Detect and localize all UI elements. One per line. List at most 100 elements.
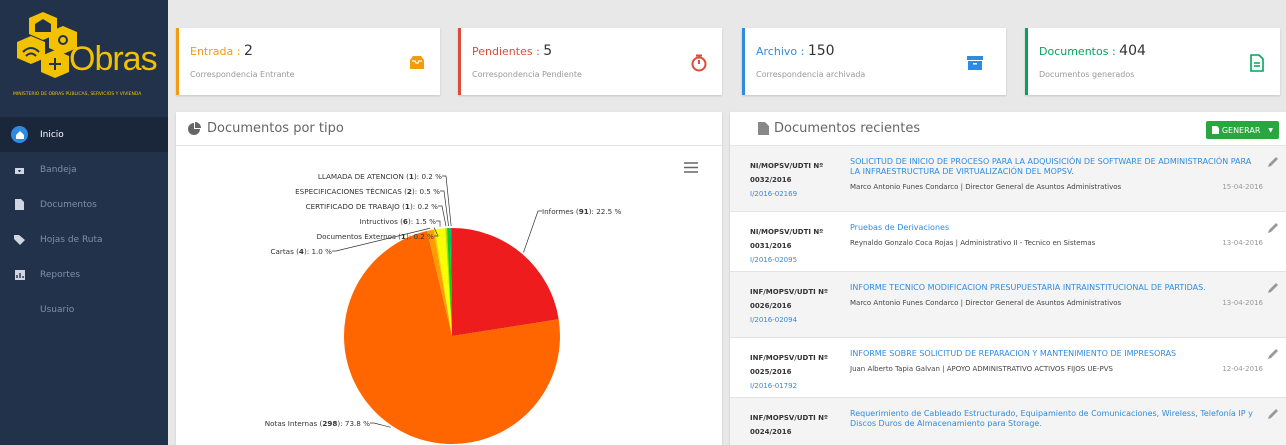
sidebar-item-label: Inicio bbox=[40, 129, 64, 140]
stat-label: Pendientes bbox=[472, 45, 533, 58]
doc-date: 13-04-2016 bbox=[1222, 239, 1263, 247]
doc-ref-link[interactable]: I/2016-02095 bbox=[750, 253, 840, 267]
doc-title-link[interactable]: INFORME SOBRE SOLICITUD DE REPARACION Y … bbox=[850, 349, 1260, 359]
pencil-icon[interactable] bbox=[1267, 222, 1279, 234]
sidebar-item-label: Hojas de Ruta bbox=[40, 234, 103, 245]
file-icon bbox=[758, 122, 769, 135]
pencil-icon[interactable] bbox=[1267, 348, 1279, 360]
pie-label-line bbox=[370, 422, 391, 428]
doc-date: 15-04-2016 bbox=[1222, 183, 1263, 191]
doc-person: Marco Antonio Funes Condarco | Director … bbox=[850, 183, 1122, 191]
doc-number: 0024/2016 bbox=[750, 428, 792, 436]
doc-title-link[interactable]: INFORME TECNICO MODIFICACION PRESUPUESTA… bbox=[850, 283, 1260, 293]
brand-subtitle: MINISTERIO DE OBRAS PÚBLICAS, SERVICIOS … bbox=[13, 92, 142, 97]
doc-date: 13-04-2016 bbox=[1222, 299, 1263, 307]
list-item[interactable]: INF/MOPSV/UDTI Nº 0025/2016 I/2016-01792 IN… bbox=[730, 338, 1286, 398]
doc-title-link[interactable]: Requerimiento de Cableado Estructurado, … bbox=[850, 409, 1260, 429]
doc-ref-link[interactable]: I/2016-02094 bbox=[750, 313, 840, 327]
chart-icon bbox=[11, 266, 28, 283]
list-item[interactable]: INF/MOPSV/UDTI Nº 0024/2016 Requerimiento … bbox=[730, 398, 1286, 445]
document-icon bbox=[11, 196, 28, 213]
sidebar-item-label: Reportes bbox=[40, 269, 81, 280]
sidebar-item-reportes[interactable]: Reportes bbox=[0, 257, 168, 292]
pie-label-line bbox=[438, 205, 447, 227]
generar-button[interactable]: GENERAR ▼ bbox=[1205, 121, 1279, 139]
sidebar-item-hojas-de-ruta[interactable]: Hojas de Ruta bbox=[0, 222, 168, 257]
doc-ref-link[interactable]: I/2016-01792 bbox=[750, 379, 840, 393]
pie-label: ESPECIFICACIONES TÉCNICAS (2): 0.5 % bbox=[295, 187, 440, 196]
stat-card-documentos[interactable]: Documentos : 404 Documentos generados bbox=[1025, 28, 1280, 95]
pie-label: Cartas (4): 1.0 % bbox=[270, 247, 332, 256]
list-item[interactable]: INF/MOPSV/UDTI Nº 0026/2016 I/2016-02094 IN… bbox=[730, 272, 1286, 338]
doc-number: 0025/2016 bbox=[750, 368, 792, 376]
stat-value: 404 bbox=[1119, 43, 1146, 59]
pencil-icon[interactable] bbox=[1267, 282, 1279, 294]
pie-label: LLAMADA DE ATENCION (1): 0.2 % bbox=[318, 172, 442, 181]
stopwatch-icon bbox=[691, 54, 707, 72]
sidebar-item-label: Bandeja bbox=[40, 164, 77, 175]
pie-label-line bbox=[523, 210, 542, 253]
doc-code: INF/MOPSV/UDTI Nº bbox=[750, 414, 828, 422]
doc-code: NI/MOPSV/UDTI Nº bbox=[750, 162, 824, 170]
stat-subtitle: Correspondencia Pendiente bbox=[472, 70, 582, 79]
list-item[interactable]: NI/MOPSV/UDTI Nº 0032/2016 I/2016-02169 SOL… bbox=[730, 146, 1286, 212]
doc-number: 0026/2016 bbox=[750, 302, 792, 310]
sidebar-item-documentos[interactable]: Documentos bbox=[0, 187, 168, 222]
brand-logo[interactable]: Obras MINISTERIO DE OBRAS PÚBLICAS, SERV… bbox=[13, 12, 165, 104]
sidebar: Obras MINISTERIO DE OBRAS PÚBLICAS, SERV… bbox=[0, 0, 168, 445]
doc-ref-link[interactable]: I/2016-02169 bbox=[750, 187, 840, 201]
pie-label: CERTIFICADO DE TRABAJO (1): 0.2 % bbox=[306, 202, 439, 211]
pie-label-line bbox=[442, 175, 452, 227]
pie-label-line bbox=[436, 220, 441, 227]
pie-label: Documentos Externos (1): 0.2 % bbox=[317, 232, 435, 241]
sidebar-menu: Inicio Bandeja Documentos Hojas de Ruta … bbox=[0, 117, 168, 327]
doc-person: Reynaldo Gonzalo Coca Rojas | Administra… bbox=[850, 239, 1096, 247]
doc-title-link[interactable]: Pruebas de Derivaciones bbox=[850, 223, 1260, 233]
list-item[interactable]: NI/MOPSV/UDTI Nº 0031/2016 I/2016-02095 Pru… bbox=[730, 212, 1286, 272]
pie-label: Informes (91): 22.5 % bbox=[542, 207, 622, 216]
stat-value: 2 bbox=[243, 43, 253, 59]
panel-title: Documentos recientes bbox=[774, 121, 921, 136]
file-icon bbox=[1211, 126, 1219, 134]
doc-number: 0032/2016 bbox=[750, 176, 792, 184]
stat-value: 5 bbox=[543, 43, 553, 59]
sidebar-item-label: Documentos bbox=[40, 199, 97, 210]
pie-slice[interactable] bbox=[452, 228, 559, 336]
stat-subtitle: Documentos generados bbox=[1039, 70, 1135, 79]
doc-person: Marco Antonio Funes Condarco | Director … bbox=[850, 299, 1122, 307]
stat-value: 150 bbox=[807, 43, 835, 59]
sidebar-item-inicio[interactable]: Inicio bbox=[0, 117, 168, 152]
chart-panel: Documentos por tipo Informes (91): 22.5 … bbox=[176, 112, 722, 445]
sidebar-item-bandeja[interactable]: Bandeja bbox=[0, 152, 168, 187]
doc-person: Juan Alberto Tapia Galvan | APOYO ADMINI… bbox=[850, 365, 1113, 373]
stat-card-archivo[interactable]: Archivo : 150 Correspondencia archivada bbox=[742, 28, 1006, 95]
sidebar-item-label: Usuario bbox=[40, 304, 75, 315]
inbox-icon bbox=[11, 161, 28, 178]
stat-subtitle: Correspondencia Entrante bbox=[190, 70, 295, 79]
pie-label-line bbox=[440, 190, 449, 227]
pie-label: Intructivos (6): 1.5 % bbox=[360, 217, 437, 226]
doc-number: 0031/2016 bbox=[750, 242, 792, 250]
doc-code: INF/MOPSV/UDTI Nº bbox=[750, 354, 828, 362]
home-icon bbox=[11, 126, 28, 143]
pie-chart: Informes (91): 22.5 % Notas Internas (298… bbox=[265, 172, 622, 444]
doc-date: 12-04-2016 bbox=[1222, 365, 1263, 373]
doc-title-link[interactable]: SOLICITUD DE INICIO DE PROCESO PARA LA A… bbox=[850, 157, 1260, 177]
pencil-icon[interactable] bbox=[1267, 156, 1279, 168]
inbox-icon bbox=[410, 56, 424, 69]
stat-card-pendientes[interactable]: Pendientes : 5 Correspondencia Pendiente bbox=[458, 28, 722, 95]
tag-icon bbox=[11, 231, 28, 248]
pie-label: Notas Internas (298): 73.8 % bbox=[265, 419, 370, 428]
pencil-icon[interactable] bbox=[1267, 408, 1279, 420]
stat-label: Documentos bbox=[1039, 45, 1109, 58]
stat-subtitle: Correspondencia archivada bbox=[756, 70, 866, 79]
sidebar-item-usuario[interactable]: Usuario bbox=[0, 292, 168, 327]
pie-chart-icon bbox=[188, 122, 201, 135]
chevron-down-icon: ▼ bbox=[1268, 126, 1273, 134]
stat-card-entrada[interactable]: Entrada : 2 Correspondencia Entrante bbox=[176, 28, 440, 95]
doc-code: NI/MOPSV/UDTI Nº bbox=[750, 228, 824, 236]
recent-documents-panel: Documentos recientes GENERAR ▼ NI/MOPSV/… bbox=[730, 112, 1286, 445]
file-text-icon bbox=[1250, 54, 1264, 72]
stat-label: Archivo bbox=[756, 45, 798, 58]
doc-code: INF/MOPSV/UDTI Nº bbox=[750, 288, 828, 296]
